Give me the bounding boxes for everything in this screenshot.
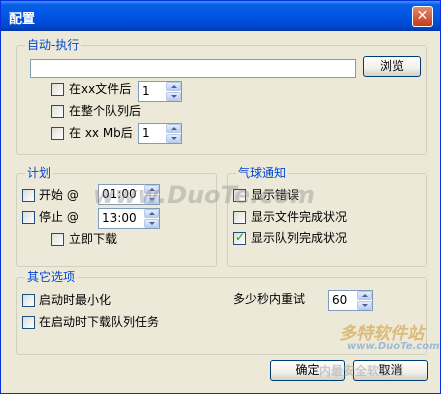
after-queue-label: 在整个队列后 xyxy=(69,104,142,118)
start-label: 开始 @ xyxy=(39,188,79,202)
spin-down-icon[interactable] xyxy=(144,219,159,228)
schedule-legend: 计划 xyxy=(25,166,54,180)
download-now-checkbox[interactable] xyxy=(51,233,64,246)
after-queue-checkbox[interactable] xyxy=(51,105,64,118)
stop-time-value: 13:00 xyxy=(102,211,137,225)
minimize-on-start-label: 启动时最小化 xyxy=(39,293,112,307)
stop-label: 停止 @ xyxy=(39,210,79,224)
after-files-value: 1 xyxy=(142,84,150,98)
download-now-label: 立即下载 xyxy=(69,232,118,246)
close-button[interactable]: ✕ xyxy=(412,6,433,27)
download-queue-on-start-checkbox[interactable] xyxy=(22,316,35,329)
spin-down-icon[interactable] xyxy=(144,195,159,204)
show-queue-done-checkbox[interactable] xyxy=(233,230,246,245)
cancel-button[interactable]: 取消 xyxy=(353,360,428,381)
retry-seconds-value: 60 xyxy=(332,293,348,307)
spin-up-icon[interactable] xyxy=(357,291,372,300)
after-files-spinner[interactable]: 1 xyxy=(138,81,182,102)
ok-button[interactable]: 确定 xyxy=(270,360,345,381)
after-files-checkbox[interactable] xyxy=(51,83,64,96)
after-mb-value: 1 xyxy=(142,126,150,140)
stop-checkbox[interactable] xyxy=(22,211,35,224)
spin-up-icon[interactable] xyxy=(166,124,181,133)
retry-seconds-label: 多少秒内重试 xyxy=(233,292,306,306)
download-queue-on-start-label: 在启动时下载队列任务 xyxy=(39,315,160,329)
after-mb-label: 在 xx Mb后 xyxy=(69,126,133,140)
exec-path-input[interactable] xyxy=(30,59,356,78)
other-options-legend: 其它选项 xyxy=(25,270,78,284)
stop-time-spinner[interactable]: 13:00 xyxy=(98,208,160,229)
start-checkbox[interactable] xyxy=(22,189,35,202)
show-file-done-label: 显示文件完成状况 xyxy=(251,210,348,224)
config-dialog: 配置 ✕ 自动-执行 浏览 在xx文件后 1 在整个队列后 在 xx Mb后 1… xyxy=(0,0,441,394)
close-icon: ✕ xyxy=(416,8,429,24)
start-time-spinner[interactable]: 01:00 xyxy=(98,184,160,205)
auto-exec-legend: 自动-执行 xyxy=(25,38,82,52)
after-files-label: 在xx文件后 xyxy=(69,82,132,96)
spin-down-icon[interactable] xyxy=(166,134,181,143)
balloon-legend: 气球通知 xyxy=(236,166,289,180)
show-queue-done-label: 显示队列完成状况 xyxy=(251,231,348,245)
after-mb-checkbox[interactable] xyxy=(51,127,64,140)
spin-up-icon[interactable] xyxy=(144,209,159,218)
spin-up-icon[interactable] xyxy=(144,185,159,194)
show-file-done-checkbox[interactable] xyxy=(233,211,246,224)
start-time-value: 01:00 xyxy=(102,187,137,201)
spin-down-icon[interactable] xyxy=(166,92,181,101)
minimize-on-start-checkbox[interactable] xyxy=(22,294,35,307)
show-errors-checkbox[interactable] xyxy=(233,189,246,202)
browse-button[interactable]: 浏览 xyxy=(363,56,421,77)
spin-up-icon[interactable] xyxy=(166,82,181,91)
retry-seconds-spinner[interactable]: 60 xyxy=(328,290,373,311)
show-errors-label: 显示错误 xyxy=(251,188,300,202)
title-bar[interactable]: 配置 ✕ xyxy=(1,1,440,31)
after-mb-spinner[interactable]: 1 xyxy=(138,123,182,144)
window-title: 配置 xyxy=(9,12,36,27)
spin-down-icon[interactable] xyxy=(357,301,372,310)
